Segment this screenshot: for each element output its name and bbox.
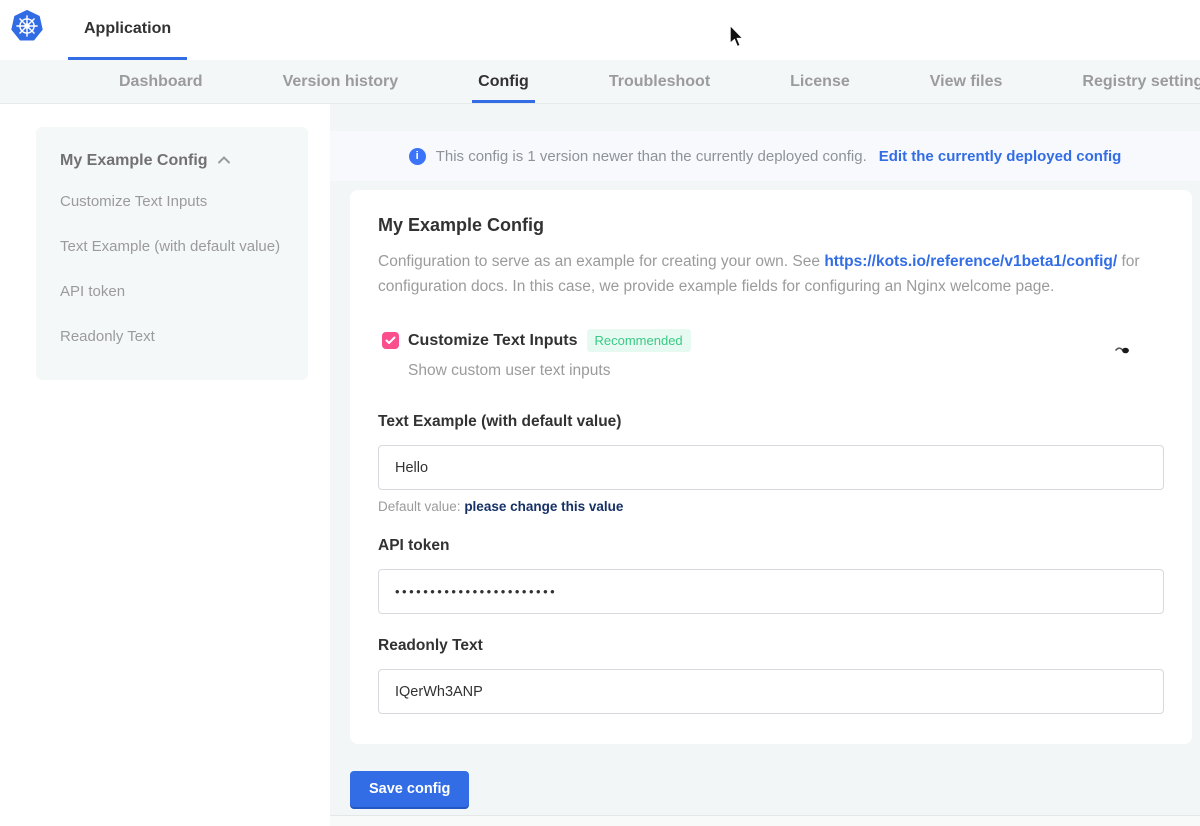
tab-view-files[interactable]: View files [924, 60, 1009, 103]
info-icon: i [409, 148, 426, 165]
sidebar-item-text-example[interactable]: Text Example (with default value) [60, 233, 288, 260]
customize-text-inputs-help: Show custom user text inputs [408, 362, 1164, 380]
sidebar-column: My Example Config Customize Text Inputs … [0, 104, 330, 826]
text-example-input[interactable] [378, 445, 1164, 490]
app-header: Application [0, 0, 1200, 60]
config-title: My Example Config [378, 215, 1164, 236]
chevron-up-icon [217, 152, 231, 170]
tab-application[interactable]: Application [68, 0, 187, 60]
main-area: My Example Config Customize Text Inputs … [0, 104, 1200, 826]
version-info-banner: i This config is 1 version newer than th… [330, 131, 1200, 181]
text-example-helper: Default value: please change this value [378, 499, 1164, 514]
content-column: i This config is 1 version newer than th… [330, 104, 1200, 826]
default-value-prefix: Default value: [378, 499, 464, 514]
api-token-label: API token [378, 537, 1164, 555]
config-group-toggle[interactable]: My Example Config [60, 152, 288, 170]
edit-deployed-config-link[interactable]: Edit the currently deployed config [879, 148, 1122, 165]
config-description: Configuration to serve as an example for… [378, 249, 1164, 299]
config-nav-panel: My Example Config Customize Text Inputs … [36, 127, 308, 380]
sidebar-item-readonly-text[interactable]: Readonly Text [60, 323, 288, 350]
tab-troubleshoot[interactable]: Troubleshoot [603, 60, 716, 103]
customize-text-inputs-label[interactable]: Customize Text Inputs [408, 332, 578, 350]
sidebar-item-api-token[interactable]: API token [60, 278, 288, 305]
config-docs-link[interactable]: https://kots.io/reference/v1beta1/config… [824, 253, 1117, 270]
secondary-nav: Dashboard Version history Config Trouble… [0, 60, 1200, 104]
customize-text-inputs-checkbox[interactable] [382, 332, 399, 349]
field-api-token: API token [378, 537, 1164, 614]
content-bottom-strip [330, 815, 1200, 826]
tab-config[interactable]: Config [472, 60, 535, 103]
text-example-label: Text Example (with default value) [378, 413, 1164, 431]
default-value-text: please change this value [464, 499, 623, 514]
tab-version-history[interactable]: Version history [277, 60, 405, 103]
recommended-badge: Recommended [587, 329, 691, 352]
readonly-text-label: Readonly Text [378, 637, 1164, 655]
field-text-example: Text Example (with default value) Defaul… [378, 413, 1164, 514]
field-readonly-text: Readonly Text [378, 637, 1164, 714]
config-group-label: My Example Config [60, 152, 208, 170]
description-text-before: Configuration to serve as an example for… [378, 253, 824, 270]
save-config-button[interactable]: Save config [350, 771, 469, 807]
config-card: My Example Config Configuration to serve… [350, 190, 1192, 744]
kubernetes-logo-icon [10, 9, 44, 60]
banner-text: This config is 1 version newer than the … [436, 148, 867, 165]
tab-license[interactable]: License [784, 60, 856, 103]
customize-text-inputs-row: Customize Text Inputs Recommended [382, 329, 1164, 352]
readonly-text-input[interactable] [378, 669, 1164, 714]
sidebar-item-customize-text-inputs[interactable]: Customize Text Inputs [60, 188, 288, 215]
api-token-input[interactable] [378, 569, 1164, 614]
config-nav-items: Customize Text Inputs Text Example (with… [60, 188, 288, 350]
tab-dashboard[interactable]: Dashboard [113, 60, 209, 103]
tab-registry-settings[interactable]: Registry settings [1076, 60, 1200, 103]
